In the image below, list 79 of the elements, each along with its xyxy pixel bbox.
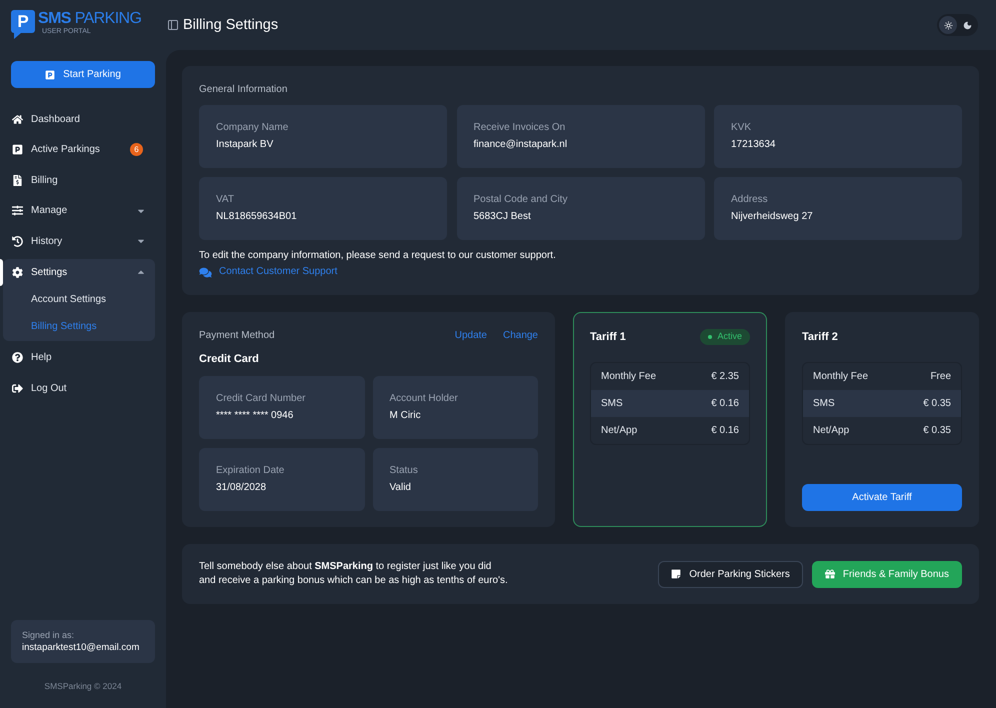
field-value: NL818659634B01 [216, 210, 298, 224]
nav-item[interactable]: Manage [3, 197, 155, 224]
field-label: KVK [731, 121, 752, 135]
field-value: Instapark BV [216, 138, 274, 152]
help-icon [12, 352, 23, 364]
chat-bubbles-icon [199, 266, 212, 278]
gift-icon [824, 569, 835, 579]
nav-item[interactable]: Active Parkings [3, 136, 130, 164]
stickers-button[interactable]: Order Parking Stickers [658, 560, 803, 588]
fee-label: SMS [601, 397, 624, 411]
sidebar-toggle-button[interactable] [166, 18, 180, 32]
fee-value: € 0.35 [923, 397, 951, 411]
page-title: Billing Settings [183, 16, 278, 35]
section-title: Payment Method [199, 329, 276, 343]
field-value: 31/08/2028 [216, 481, 268, 495]
nav-item[interactable]: Settings [3, 258, 155, 286]
fee-label: SMS [813, 397, 836, 411]
nav-item[interactable]: Billing [3, 166, 155, 194]
field-value: 17213634 [731, 138, 776, 152]
field-label: Credit Card Number [216, 392, 306, 406]
status-badge: Active [700, 329, 750, 345]
fee-value: € 0.16 [711, 397, 739, 411]
fee-label: Net/App [813, 424, 850, 438]
tariff-title: Tariff 2 [802, 330, 839, 345]
field-value: Nijverheidsweg 27 [731, 210, 814, 224]
logo-wordmark: SMS PARKING [38, 10, 142, 28]
support-link[interactable]: Contact Customer Support [199, 265, 338, 279]
account-email: instaparktest10@email.com [22, 642, 140, 654]
activate-tariff-button[interactable]: Activate Tariff [802, 484, 962, 511]
tariff-title: Tariff 1 [590, 330, 627, 345]
sliders-icon [12, 205, 23, 216]
field-value: 5683CJ Best [474, 210, 532, 224]
sun-icon [944, 20, 952, 30]
field-label: Postal Code and City [474, 193, 568, 207]
submenu-item[interactable]: Account Settings [3, 286, 155, 312]
payment-type: Credit Card [199, 352, 260, 367]
start-parking-button[interactable]: Start Parking [11, 61, 155, 88]
fee-value: € 2.35 [711, 370, 739, 384]
referral-text: Tell somebody else about SMSParking to register just like you did and receive a parking bonus which can be as high as tenths of euro's. [199, 560, 509, 588]
fee-label: Monthly Fee [813, 370, 870, 384]
sidebar-toggle-icon [167, 19, 179, 31]
field-value: **** **** **** 0946 [216, 409, 294, 423]
logo-mark: P [11, 10, 35, 39]
fee-value: € 0.35 [923, 424, 951, 438]
action-link[interactable]: Update [454, 329, 487, 343]
parking-sign-icon [12, 144, 23, 156]
copyright-text: SMSParking © 2024 [44, 680, 122, 692]
invoice-icon [12, 174, 23, 186]
fee-label: Monthly Fee [601, 370, 658, 384]
action-link[interactable]: Change [502, 329, 538, 343]
info-note: To edit the company information, please send a request to our customer support. [199, 249, 557, 263]
nav-item[interactable]: Dashboard [3, 106, 155, 133]
section-title: General Information [199, 83, 288, 97]
nav-item[interactable]: Help [3, 344, 155, 372]
light-theme-button[interactable] [939, 16, 957, 34]
field-label: Status [390, 464, 419, 478]
count-badge: 6 [130, 143, 143, 156]
history-icon [12, 236, 23, 247]
parking-sign-icon [45, 70, 56, 80]
field-label: VAT [216, 193, 235, 207]
field-label: Company Name [216, 121, 290, 135]
nav-item[interactable]: Log Out [3, 374, 155, 402]
field-value: M Ciric [390, 409, 422, 423]
logout-icon [12, 382, 23, 394]
fee-value: Free [930, 370, 951, 384]
field-label: Receive Invoices On [474, 121, 566, 135]
field-label: Expiration Date [216, 464, 286, 478]
settings-icon [12, 266, 23, 278]
home-icon [12, 114, 23, 125]
fee-value: € 0.16 [711, 424, 739, 438]
field-value: finance@instapark.nl [474, 138, 568, 152]
field-label: Address [731, 193, 769, 207]
signed-in-label: Signed in as: [22, 629, 76, 641]
nav-item[interactable]: History [3, 228, 155, 255]
moon-icon [962, 20, 972, 30]
fee-label: Net/App [601, 424, 638, 438]
field-value: Valid [390, 481, 412, 495]
sticky-note-icon [671, 569, 682, 579]
field-label: Account Holder [390, 392, 459, 406]
